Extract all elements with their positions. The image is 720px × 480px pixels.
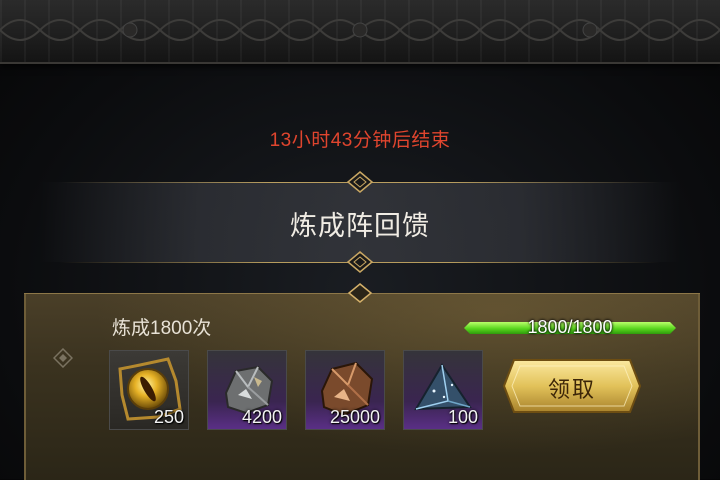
item-count: 100: [447, 407, 478, 427]
claim-button[interactable]: 领取: [500, 354, 644, 418]
item-count: 4200: [241, 407, 282, 427]
panel-frame-right: [698, 294, 700, 480]
event-countdown: 13小时43分钟后结束: [269, 130, 451, 151]
diamond-ornament-icon: [347, 283, 373, 303]
reward-item-slot[interactable]: 4200: [207, 350, 287, 430]
top-ornamental-border: [0, 0, 720, 64]
reward-item-slot[interactable]: 100: [403, 350, 483, 430]
claim-button-label: 领取: [547, 377, 596, 402]
tier-requirement-label: 炼成1800次: [112, 318, 212, 339]
diamond-ornament-icon: [346, 251, 374, 273]
knotwork-pattern-icon: [0, 19, 720, 41]
item-count: 25000: [329, 407, 380, 427]
diamond-ornament-icon: [346, 171, 374, 193]
panel-frame-left: [24, 294, 26, 480]
reward-item-slot[interactable]: 25000: [305, 350, 385, 430]
reward-item-slot[interactable]: 250: [109, 350, 189, 430]
progress-text: 1800/1800: [527, 317, 613, 337]
side-diamond-icon: [53, 348, 73, 368]
event-title: 炼成阵回馈: [290, 211, 430, 241]
item-count: 250: [153, 407, 184, 427]
